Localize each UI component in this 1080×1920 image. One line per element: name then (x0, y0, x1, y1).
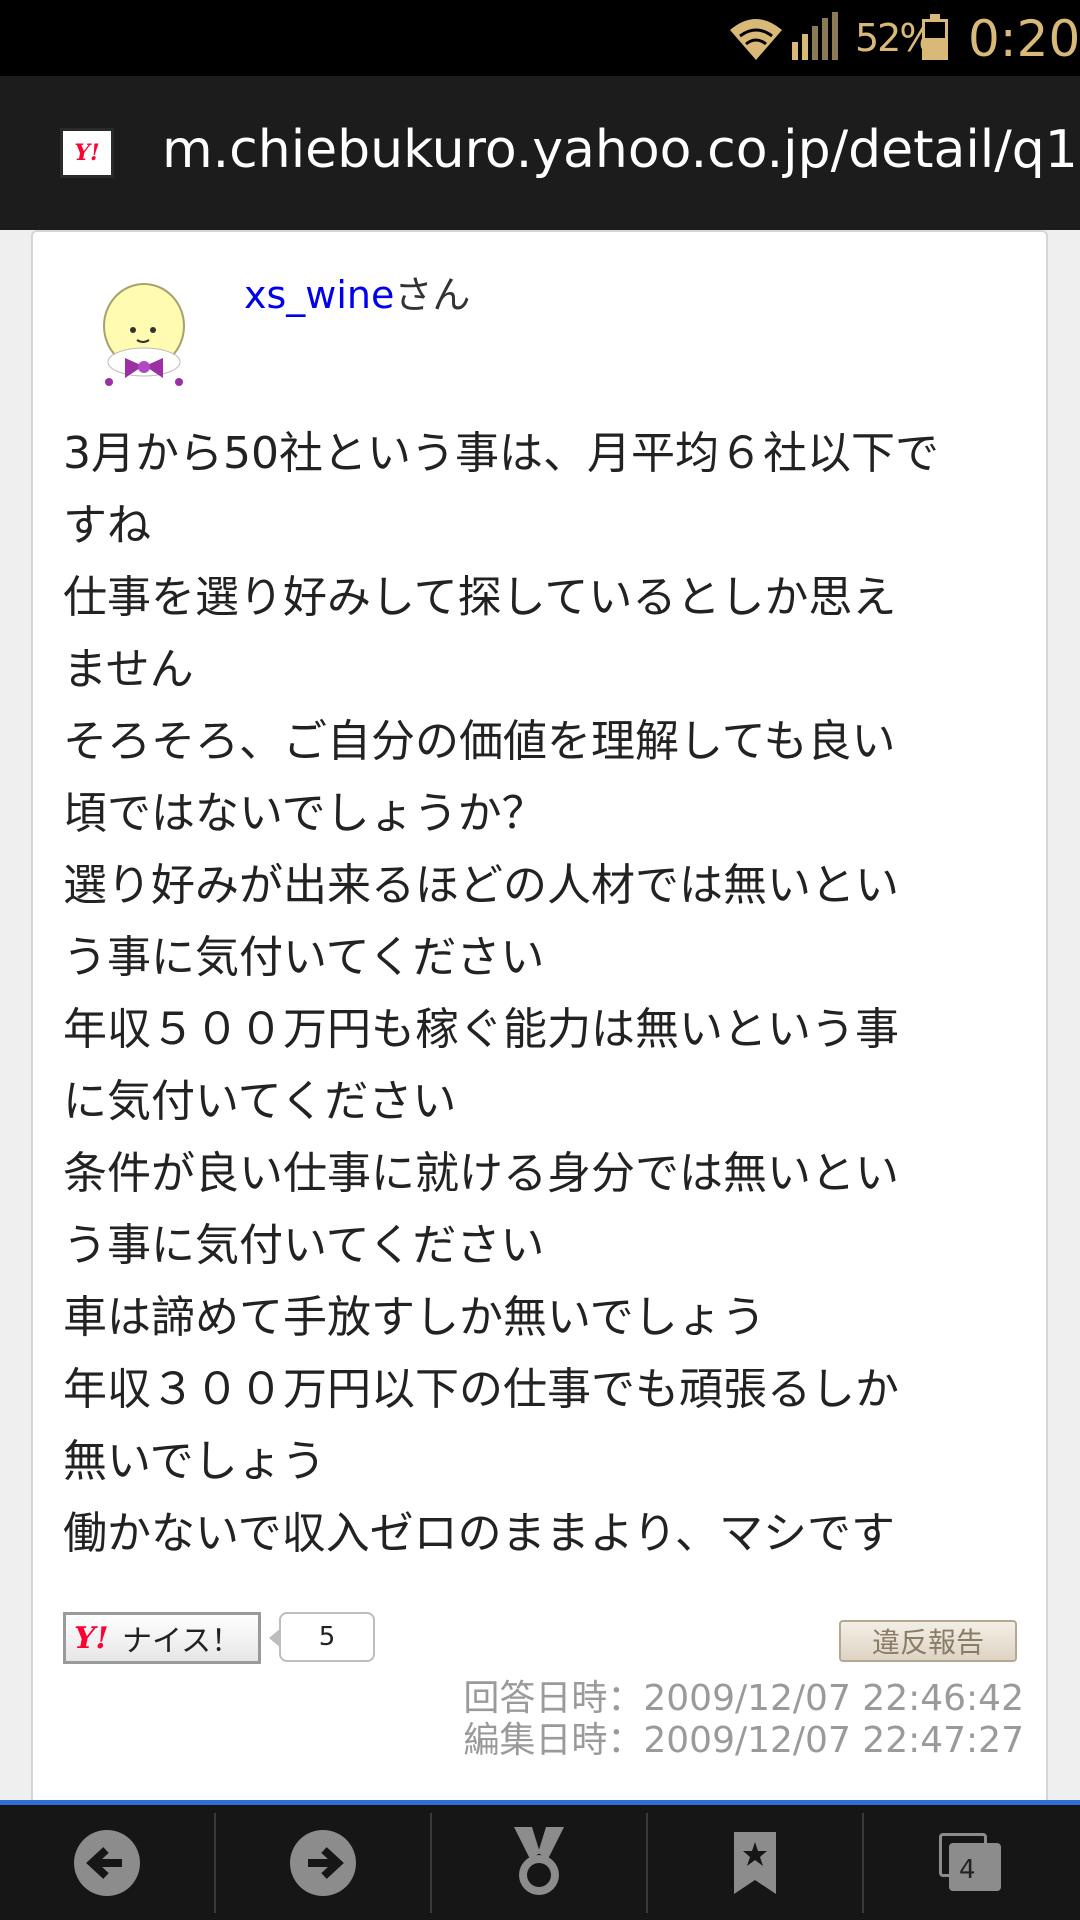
battery-icon (922, 14, 948, 60)
edited-at: 編集日時：2009/12/07 22:47:27 (463, 1720, 1024, 1761)
answer-line: 選り好みが出来るほどの人材では無いとい (63, 860, 899, 911)
answer-line: 3月から50社という事は、月平均６社以下で (63, 428, 939, 479)
answer-line: 無いでしょう (63, 1436, 326, 1487)
answerer-line: xs_wineさん (244, 264, 470, 319)
answered-at: 回答日時：2009/12/07 22:46:42 (463, 1678, 1024, 1719)
answer-line: 年収５００万円も稼ぐ能力は無いという事 (63, 1004, 899, 1055)
avatar[interactable] (89, 282, 199, 392)
username-suffix: さん (394, 273, 471, 317)
answer-dates: 回答日時：2009/12/07 22:46:42 編集日時：2009/12/07… (463, 1678, 1024, 1762)
tab-count: 4 (959, 1854, 976, 1885)
menu-button[interactable] (432, 1805, 646, 1920)
bookmark-button[interactable] (648, 1805, 862, 1920)
report-violation-button[interactable]: 違反報告 (839, 1620, 1017, 1662)
status-bar: 52% 0:20 (0, 0, 1080, 76)
username-link[interactable]: xs_wine (244, 273, 394, 317)
yahoo-logo-icon: Y! (74, 1620, 109, 1656)
bottom-navigation: 4 (0, 1800, 1080, 1920)
bookmark-icon (734, 1831, 776, 1894)
answer-line: に気付いてください (63, 1076, 457, 1127)
page-content: xs_wineさん 3月から50社という事は、月平均６社以下で すね 仕事を選り… (0, 230, 1080, 1800)
answer-line: 仕事を選り好みして探しているとしか思え (63, 572, 897, 623)
tabs-button[interactable]: 4 (864, 1805, 1078, 1920)
nice-label: ナイス！ (122, 1624, 242, 1659)
answer-line: ません (63, 644, 194, 695)
answer-body: 3月から50社という事は、月平均６社以下で すね 仕事を選り好みして探していると… (63, 418, 1023, 1570)
answer-line: 条件が良い仕事に就ける身分では無いとい (63, 1148, 899, 1199)
back-button[interactable] (0, 1805, 214, 1920)
yahoo-logo-icon: Y! (74, 140, 100, 166)
clock: 0:20 (968, 10, 1080, 68)
nice-button[interactable]: Y! ナイス！ (63, 1612, 261, 1664)
answer-line: 頃ではないでしょうか？ (63, 788, 546, 839)
url-text[interactable]: m.chiebukuro.yahoo.co.jp/detail/q14 (162, 120, 1080, 180)
back-arrow-icon (74, 1829, 140, 1896)
answer-line: 年収３００万円以下の仕事でも頑張るしか (63, 1364, 899, 1415)
answer-line: 働かないで収入ゼロのままより、マシです (63, 1508, 896, 1559)
site-favicon: Y! (60, 128, 114, 178)
answer-line: すね (63, 500, 151, 551)
signal-icon (792, 12, 838, 60)
answer-line: う事に気付いてください (63, 1220, 545, 1271)
address-bar[interactable]: Y! m.chiebukuro.yahoo.co.jp/detail/q14 (0, 76, 1080, 230)
answer-card: xs_wineさん 3月から50社という事は、月平均６社以下で すね 仕事を選り… (31, 230, 1048, 1800)
answer-line: う事に気付いてください (63, 932, 545, 983)
tabs-icon: 4 (939, 1832, 1003, 1893)
answer-line: そろそろ、ご自分の価値を理解しても良い (63, 716, 896, 767)
answer-line: 車は諦めて手放すしか無いでしょう (63, 1292, 766, 1343)
forward-arrow-icon (290, 1829, 356, 1896)
forward-button[interactable] (216, 1805, 430, 1920)
wifi-icon (730, 19, 782, 60)
medal-icon (514, 1826, 564, 1895)
nice-count: 5 (269, 1612, 375, 1662)
